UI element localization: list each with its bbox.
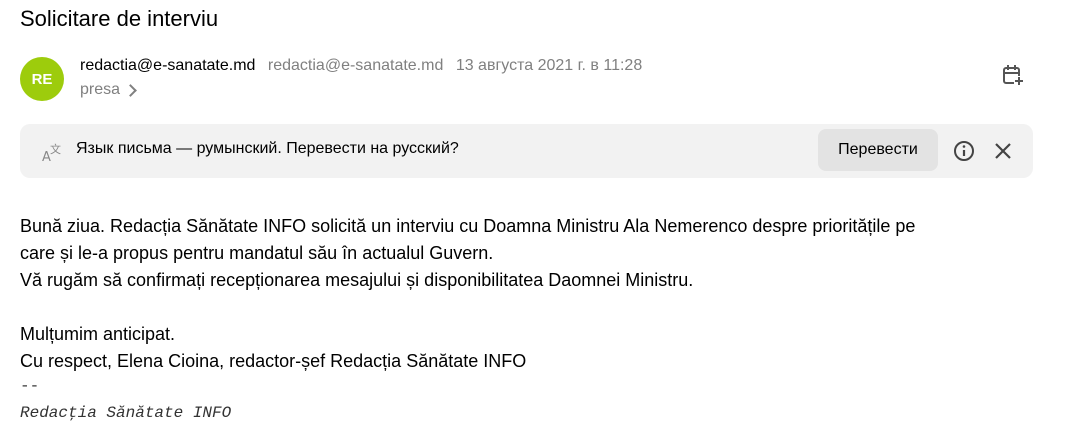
folder-link[interactable]: presa [80, 81, 137, 99]
translate-prompt: Язык письма — румынский. Перевести на ру… [76, 140, 459, 157]
body-blank-line [20, 294, 1060, 321]
body-line: Vă rugăm să confirmați recepționarea mes… [20, 270, 694, 290]
info-icon[interactable] [953, 140, 975, 162]
folder-label: presa [80, 81, 121, 98]
message-date: 13 августа 2021 г. в 11:28 [455, 57, 643, 74]
sender-email[interactable]: redactia@e-sanatate.md [268, 57, 443, 74]
svg-text:文: 文 [50, 142, 61, 156]
body-line: Mulțumim anticipat. [20, 324, 176, 344]
body-line: care și le-a propus pentru mandatul său … [20, 243, 494, 263]
body-line: Bună ziua. Redacția Sănătate INFO solici… [20, 216, 916, 236]
translate-button[interactable]: Перевести [818, 129, 938, 171]
calendar-add-icon[interactable] [1002, 64, 1024, 86]
translate-icon: A 文 [42, 142, 61, 163]
sender-avatar[interactable]: RE [20, 57, 64, 101]
message-subject: Solicitare de interviu [20, 6, 219, 31]
chevron-right-icon [124, 84, 137, 97]
sender-name[interactable]: redactia@e-sanatate.md [80, 57, 255, 74]
signature-separator: -- [20, 377, 40, 395]
close-icon[interactable] [992, 140, 1014, 162]
sender-line: redactia@e-sanatate.md redactia@e-sanata… [80, 57, 642, 75]
message-body: Bună ziua. Redacția Sănătate INFO solici… [20, 213, 1060, 375]
signature-name: Redacţia Sănătate INFO [20, 404, 232, 422]
translate-bar: A 文 Язык письма — румынский. Перевести н… [20, 124, 1033, 178]
body-line: Cu respect, Elena Cioina, redactor-șef R… [20, 351, 527, 371]
